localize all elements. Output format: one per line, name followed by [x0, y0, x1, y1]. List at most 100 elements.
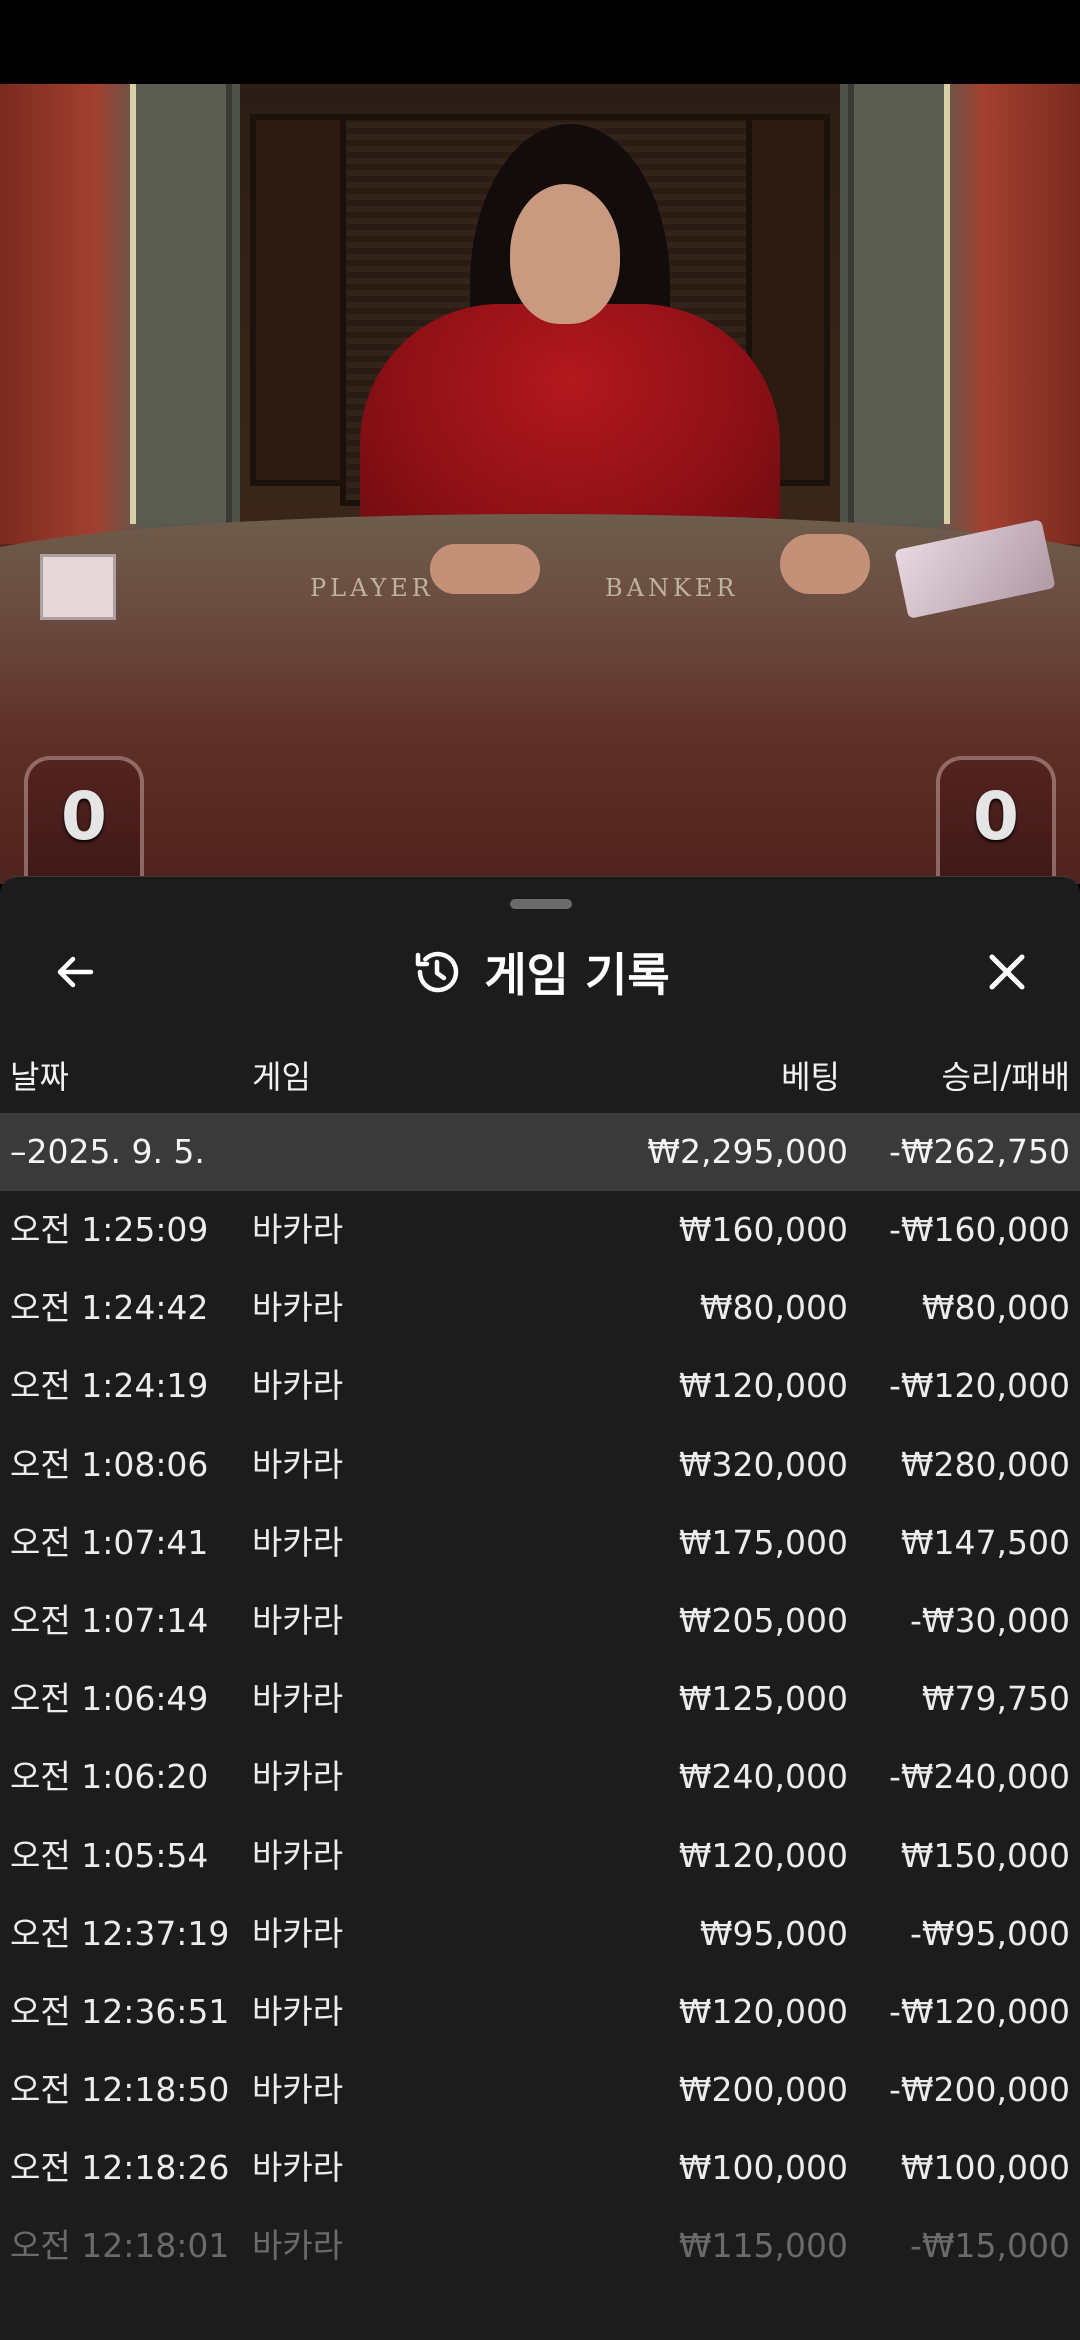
table-banker-label: BANKER [605, 574, 739, 602]
live-dealer-video[interactable]: PLAYER BANKER [0, 84, 1080, 884]
column-header-bet: 베팅 [781, 1058, 840, 1096]
row-bet: ₩160,000 [678, 1210, 848, 1249]
row-result: ₩100,000 [900, 2148, 1070, 2188]
column-header-date: 날짜 [10, 1058, 69, 1096]
row-bet: ₩80,000 [699, 1288, 848, 1328]
row-time: 오전 12:37:19 [10, 1913, 230, 1953]
row-game: 바카라 [252, 1288, 344, 1328]
row-bet: ₩240,000 [678, 1757, 848, 1797]
row-time: 오전 12:18:26 [10, 2148, 230, 2188]
row-result: ₩79,750 [921, 1679, 1070, 1719]
row-result: -₩120,000 [888, 1366, 1070, 1406]
row-bet: ₩120,000 [678, 1835, 848, 1875]
row-game: 바카라 [252, 1757, 344, 1797]
close-button[interactable] [972, 937, 1042, 1007]
row-result: -₩240,000 [888, 1757, 1070, 1797]
row-time: 오전 12:18:50 [10, 2070, 230, 2110]
status-bar [0, 0, 1080, 84]
history-row[interactable]: 오전 1:05:54 바카라 ₩120,000 ₩150,000 [0, 1817, 1080, 1895]
row-bet: ₩95,000 [699, 1913, 848, 1953]
row-time: 오전 1:24:19 [10, 1366, 209, 1406]
row-bet: ₩120,000 [678, 1366, 848, 1406]
row-time: 오전 1:24:42 [10, 1288, 209, 1328]
history-row[interactable]: 오전 12:36:51 바카라 ₩120,000 -₩120,000 [0, 1973, 1080, 2051]
row-game: 바카라 [252, 1913, 344, 1953]
row-result: -₩30,000 [909, 1600, 1070, 1640]
row-bet: ₩205,000 [678, 1600, 848, 1640]
history-row[interactable]: 오전 1:24:42 바카라 ₩80,000 ₩80,000 [0, 1269, 1080, 1347]
row-game: 바카라 [252, 2226, 344, 2266]
row-game: 바카라 [252, 1522, 344, 1562]
row-time: 오전 1:05:54 [10, 1835, 209, 1875]
row-result: -₩120,000 [888, 1991, 1070, 2031]
row-bet: ₩200,000 [678, 2070, 848, 2110]
history-row[interactable]: 오전 12:18:01 바카라 ₩115,000 -₩15,000 [0, 2207, 1080, 2285]
sheet-header: 게임 기록 [0, 917, 1080, 1037]
row-game: 바카라 [252, 2070, 344, 2110]
row-bet: ₩115,000 [678, 2226, 848, 2266]
column-header-win-loss: 승리/패배 [941, 1058, 1070, 1096]
history-row[interactable]: 오전 12:18:26 바카라 ₩100,000 ₩100,000 [0, 2129, 1080, 2207]
row-time: 오전 1:07:41 [10, 1522, 209, 1562]
arrow-left-icon [57, 956, 94, 988]
history-row[interactable]: 오전 1:07:41 바카라 ₩175,000 ₩147,500 [0, 1504, 1080, 1582]
row-bet: ₩120,000 [678, 1991, 848, 2031]
row-result: -₩15,000 [909, 2226, 1070, 2266]
group-date: –2025. 9. 5. [10, 1132, 205, 1171]
history-row[interactable]: 오전 12:37:19 바카라 ₩95,000 -₩95,000 [0, 1895, 1080, 1973]
history-row[interactable]: 오전 1:07:14 바카라 ₩205,000 -₩30,000 [0, 1582, 1080, 1660]
history-list: 오전 1:25:09 바카라 ₩160,000 -₩160,000 오전 1:24:4… [0, 1191, 1080, 2286]
row-time: 오전 12:18:01 [10, 2226, 230, 2266]
close-icon [989, 954, 1025, 990]
row-bet: ₩175,000 [678, 1522, 848, 1562]
history-row[interactable]: 오전 1:08:06 바카라 ₩320,000 ₩280,000 [0, 1426, 1080, 1504]
row-game: 바카라 [252, 1991, 344, 2031]
row-result: ₩280,000 [900, 1444, 1070, 1484]
dealer-hand-left [430, 544, 540, 594]
history-row[interactable]: 오전 12:18:50 바카라 ₩200,000 -₩200,000 [0, 2051, 1080, 2129]
discard-tray [40, 554, 116, 620]
row-time: 오전 1:06:49 [10, 1679, 209, 1719]
sheet-title: 게임 기록 [484, 948, 670, 1002]
date-group-row[interactable]: –2025. 9. 5. ₩2,295,000 -₩262,750 [0, 1113, 1080, 1191]
row-time: 오전 1:07:14 [10, 1600, 209, 1640]
row-result: ₩150,000 [900, 1835, 1070, 1875]
row-time: 오전 1:06:20 [10, 1757, 209, 1797]
dealer-hand-right [780, 534, 870, 594]
column-header-game: 게임 [252, 1058, 311, 1096]
history-row[interactable]: 오전 1:06:49 바카라 ₩125,000 ₩79,750 [0, 1660, 1080, 1738]
history-row[interactable]: 오전 1:06:20 바카라 ₩240,000 -₩240,000 [0, 1738, 1080, 1816]
game-history-sheet: 게임 기록 날짜 게임 베팅 승리/패배 –2025. 9. 5. ₩2,295… [0, 876, 1080, 2340]
history-row[interactable]: 오전 1:25:09 바카라 ₩160,000 -₩160,000 [0, 1191, 1080, 1269]
dealer-face [510, 184, 620, 324]
row-time: 오전 1:08:06 [10, 1444, 209, 1484]
row-time: 오전 1:25:09 [10, 1210, 209, 1249]
row-result: ₩80,000 [921, 1288, 1070, 1328]
row-game: 바카라 [252, 1835, 344, 1875]
row-bet: ₩320,000 [678, 1444, 848, 1484]
row-result: -₩160,000 [888, 1210, 1070, 1249]
row-game: 바카라 [252, 1366, 344, 1406]
row-time: 오전 12:36:51 [10, 1991, 230, 2031]
history-row[interactable]: 오전 1:24:19 바카라 ₩120,000 -₩120,000 [0, 1347, 1080, 1425]
pillar-left [130, 84, 232, 524]
table-player-label: PLAYER [310, 574, 434, 602]
banker-score: 0 [936, 756, 1056, 882]
pillar-right [848, 84, 950, 524]
group-bet-total: ₩2,295,000 [647, 1132, 848, 1171]
row-game: 바카라 [252, 1679, 344, 1719]
row-result: -₩95,000 [909, 1913, 1070, 1953]
row-game: 바카라 [252, 1600, 344, 1640]
row-bet: ₩100,000 [678, 2148, 848, 2188]
row-game: 바카라 [252, 1210, 344, 1249]
group-win-total: -₩262,750 [888, 1132, 1070, 1171]
sheet-drag-handle[interactable] [510, 899, 572, 909]
row-game: 바카라 [252, 2148, 344, 2188]
player-score: 0 [24, 756, 144, 882]
row-result: -₩200,000 [888, 2070, 1070, 2110]
row-game: 바카라 [252, 1444, 344, 1484]
row-result: ₩147,500 [900, 1522, 1070, 1562]
title-group: 게임 기록 [0, 937, 1080, 1007]
game-screen: PLAYER BANKER 0 0 게임 기록 날짜 게임 베팅 승리/패배 –… [0, 0, 1080, 2340]
back-button[interactable] [40, 937, 110, 1007]
